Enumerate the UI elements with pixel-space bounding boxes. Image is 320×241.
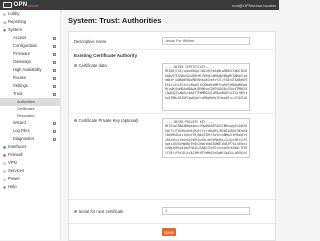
sidebar-item-services[interactable]: Services <box>0 167 60 175</box>
certificate-data-textarea[interactable]: -----BEGIN CERTIFICATE----- MIIBdjCCAj+g… <box>162 63 250 111</box>
sidebar-item-label: Lobby <box>8 10 19 18</box>
private-key-textarea[interactable]: -----BEGIN PRIVATE KEY----- MIIEvwIBADAN… <box>162 118 250 158</box>
sidebar-item-label: System <box>8 26 22 34</box>
sidebar-item-label: Interfaces <box>8 143 26 151</box>
cogs-icon <box>3 170 6 173</box>
sidebar-item-high-availability[interactable]: High Availability <box>0 66 60 74</box>
sidebar-item-label: Settings <box>13 82 28 90</box>
sidebar-item-label: Diagnostics <box>13 135 34 143</box>
magic-icon <box>53 122 56 125</box>
sidebar-item-label: Gateways <box>13 58 31 66</box>
sidebar-item-authorities[interactable]: Authorities <box>0 98 60 106</box>
private-key-row: Certificate Private Key (optional) -----… <box>69 114 275 200</box>
certificate-icon <box>53 93 56 96</box>
serial-input[interactable]: 1 <box>162 207 250 215</box>
help-icon <box>3 186 6 189</box>
sidebar-item-label: Routes <box>13 74 26 82</box>
info-icon[interactable] <box>74 64 77 67</box>
sidebar-item-label: Firewall <box>8 151 22 159</box>
info-icon[interactable] <box>74 210 77 213</box>
opnsense-logo[interactable]: OPN sense <box>3 2 39 9</box>
sidebar-item-label: Configuration <box>13 42 37 50</box>
sidebar-item-label: Log Files <box>13 127 30 135</box>
main-content: System: Trust: Authorities Descriptive n… <box>61 10 279 240</box>
descriptive-name-input[interactable]: Jesus For Whites <box>162 37 250 45</box>
page-title: System: Trust: Authorities <box>68 16 162 25</box>
sidebar-item-label: Help <box>8 183 17 191</box>
sidebar-item-lobby[interactable]: Lobby <box>0 10 60 18</box>
descriptive-name-label: Descriptive name <box>74 39 106 44</box>
power-icon <box>3 178 6 181</box>
sidebar-item-firmware[interactable]: Firmware <box>0 50 60 58</box>
certificate-data-text: Certificate data <box>79 63 107 68</box>
sidebar-item-label: Reporting <box>8 18 26 26</box>
sidebar-item-label: VPN <box>8 159 17 167</box>
ca-form: Descriptive name Jesus For Whites Existi… <box>68 31 276 241</box>
cog-icon <box>53 85 56 88</box>
top-bar: OPN sense root@OPNsense.localdo <box>0 0 279 10</box>
refresh-icon <box>53 53 56 56</box>
sidebar-item-log-files[interactable]: Log Files <box>0 127 60 135</box>
info-icon[interactable] <box>74 119 77 122</box>
sidebar-item-trust[interactable]: Trust <box>0 90 60 98</box>
cert-line: bzEZMBcGA1UECgwQSmVzdXMgRm9yIFdoaXRlczCC… <box>165 96 247 100</box>
serial-label: Serial for next certificate <box>74 209 123 214</box>
sidebar-item-interfaces[interactable]: Interfaces <box>0 143 60 151</box>
logo-text: OPN <box>14 2 28 8</box>
sidebar: Lobby Reporting System Access Configurat… <box>0 10 61 240</box>
sidebar-item-vpn[interactable]: VPN <box>0 159 60 167</box>
sidebar-item-power[interactable]: Power <box>0 175 60 183</box>
sidebar-item-system[interactable]: System <box>0 26 60 34</box>
logo-mark-icon <box>3 2 12 8</box>
cert-line: aWExFjAUBgNVBAcMDVNhbiBGcmFuY2lzY28xGTAX… <box>165 78 247 82</box>
sidebar-item-reporting[interactable]: Reporting <box>0 18 60 26</box>
sidebar-item-gateways[interactable]: Gateways <box>0 58 60 66</box>
sitemap-icon <box>3 146 6 149</box>
section-header-row: Existing Certificate Authority <box>69 50 275 60</box>
refresh-icon <box>53 69 56 72</box>
globe-icon <box>3 162 6 165</box>
users-icon <box>53 37 56 40</box>
computer-icon <box>3 29 6 32</box>
sidebar-item-label: High Availability <box>13 66 42 74</box>
route-icon <box>53 77 56 80</box>
medkit-icon <box>53 138 56 141</box>
serial-text: Serial for next certificate <box>79 209 124 214</box>
sidebar-item-label: Services <box>8 167 24 175</box>
sidebar-item-help[interactable]: Help <box>0 183 60 191</box>
key-line: C6dVMvDuictGeurT8jNbvJZHtCSuYEvuNMoSfm76… <box>165 133 247 137</box>
key-line: lFZ6rjF9c2K+tSAJXMtUPlmMbGVzGgWYCqAX4+dS… <box>165 151 247 155</box>
sidebar-item-configuration[interactable]: Configuration <box>0 42 60 50</box>
sidebar-item-settings[interactable]: Settings <box>0 82 60 90</box>
certificate-data-label: Certificate data <box>74 63 107 68</box>
sidebar-item-routes[interactable]: Routes <box>0 74 60 82</box>
chart-icon <box>3 21 6 24</box>
private-key-text: Certificate Private Key (optional) <box>79 118 139 123</box>
eye-icon <box>53 130 56 133</box>
laptop-icon <box>3 13 6 16</box>
sidebar-item-label: Power <box>8 175 20 183</box>
sidebar-item-diagnostics[interactable]: Diagnostics <box>0 135 60 143</box>
sidebar-item-access[interactable]: Access <box>0 34 60 42</box>
logo-subtext: sense <box>28 3 39 8</box>
sidebar-item-wizard[interactable]: Wizard <box>0 119 60 127</box>
sidebar-item-label: Trust <box>13 90 22 98</box>
gear-icon <box>53 45 56 48</box>
sidebar-item-firewall[interactable]: Firewall <box>0 151 60 159</box>
private-key-label: Certificate Private Key (optional) <box>74 118 156 123</box>
fire-icon <box>3 154 6 157</box>
save-button[interactable]: Save <box>162 228 176 236</box>
sidebar-item-label: Firmware <box>13 50 30 58</box>
sidebar-item-label: Access <box>13 34 26 42</box>
serial-row: Serial for next certificate 1 <box>69 200 275 224</box>
user-menu[interactable]: root@OPNsense.localdo <box>232 3 276 8</box>
certificate-data-row: Certificate data -----BEGIN CERTIFICATE-… <box>69 60 275 114</box>
section-title: Existing Certificate Authority <box>74 53 137 58</box>
descriptive-name-row: Descriptive name Jesus For Whites <box>69 32 275 50</box>
location-icon <box>53 61 56 64</box>
sidebar-item-label: Wizard <box>13 119 26 127</box>
